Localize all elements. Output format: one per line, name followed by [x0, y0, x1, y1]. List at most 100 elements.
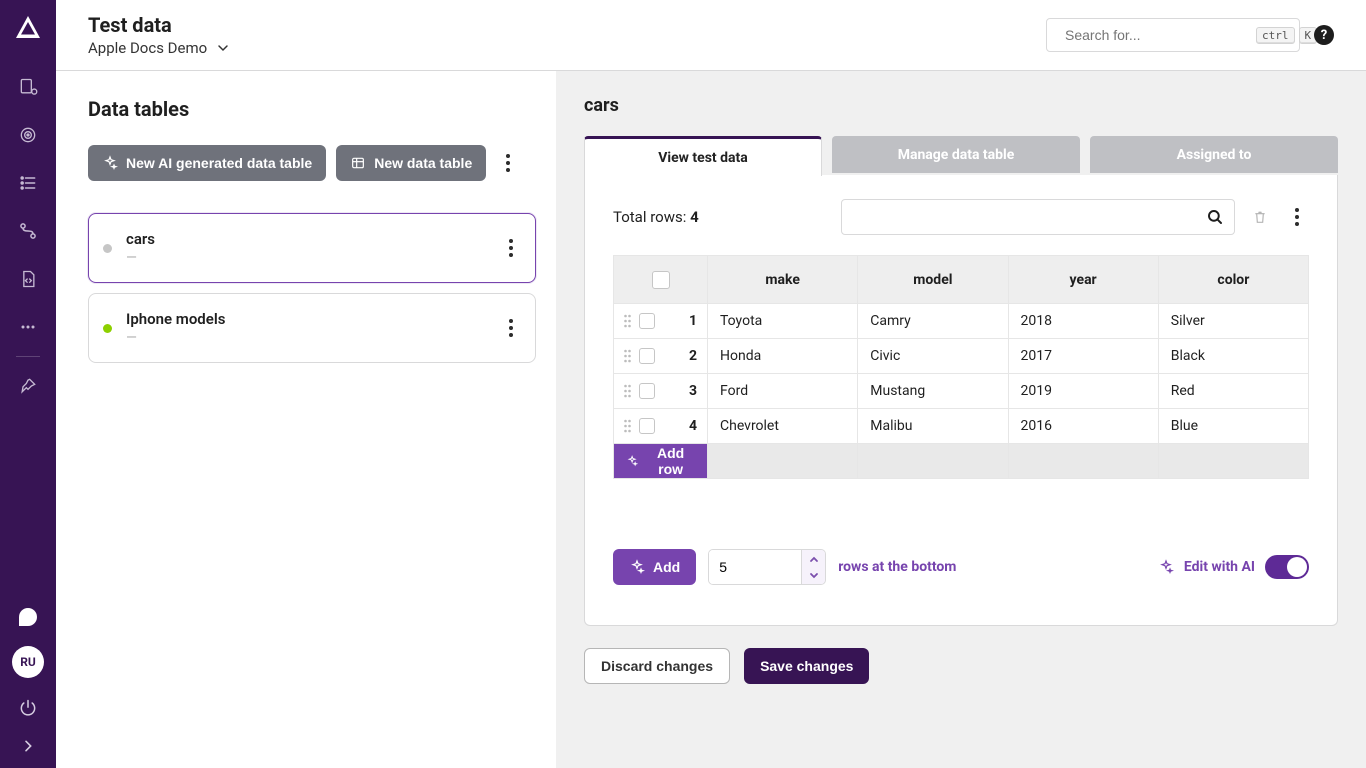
stepper-up-button[interactable] [802, 550, 825, 567]
sidebar-more-icon[interactable] [17, 316, 39, 338]
user-avatar[interactable]: RU [12, 646, 44, 678]
column-header[interactable]: year [1008, 256, 1158, 304]
discard-changes-button[interactable]: Discard changes [584, 648, 730, 684]
detail-title: cars [584, 95, 1338, 116]
add-rows-qty-input[interactable] [709, 550, 801, 584]
tables-more-menu[interactable] [496, 154, 520, 172]
search-icon [1206, 208, 1224, 226]
table-search-input[interactable] [852, 208, 1198, 226]
project-picker[interactable]: Apple Docs Demo [88, 39, 231, 57]
delete-rows-button[interactable] [1249, 208, 1271, 226]
table-card[interactable]: Iphone models — [88, 293, 536, 363]
sparkle-icon [1158, 559, 1174, 575]
table-card[interactable]: cars— [88, 213, 536, 283]
global-search[interactable]: ctrl K [1046, 18, 1300, 52]
row-index: 2 [689, 348, 697, 364]
empty-cell [858, 444, 1008, 479]
sidebar-targets-icon[interactable] [17, 124, 39, 146]
sidebar-pin-icon[interactable] [17, 375, 39, 397]
sidebar-divider [16, 356, 40, 357]
table-card-subtitle: — [126, 330, 225, 346]
cell[interactable]: Ford [708, 374, 858, 409]
tab-view-test-data[interactable]: View test data [584, 136, 822, 176]
save-changes-button[interactable]: Save changes [744, 648, 869, 684]
column-header[interactable]: model [858, 256, 1008, 304]
drag-handle-icon[interactable] [624, 384, 631, 398]
cell[interactable]: Camry [858, 304, 1008, 339]
add-rows-button[interactable]: Add [613, 549, 696, 585]
cell[interactable]: Mustang [858, 374, 1008, 409]
table-row: 4ChevroletMalibu2016Blue [614, 409, 1309, 444]
row-checkbox[interactable] [639, 313, 655, 329]
add-rows-stepper[interactable] [708, 549, 826, 585]
app-logo-icon [16, 16, 40, 38]
table-more-menu[interactable] [1285, 208, 1309, 226]
add-rows-label: Add [653, 559, 680, 575]
cell[interactable]: Honda [708, 339, 858, 374]
table-icon [350, 155, 366, 171]
new-ai-table-button[interactable]: New AI generated data table [88, 145, 326, 181]
table-row: 3 FordMustang2019Red [614, 374, 1309, 409]
column-header[interactable]: make [708, 256, 858, 304]
add-row-button[interactable]: Add row [614, 444, 707, 478]
cell[interactable]: Toyota [708, 304, 858, 339]
cell[interactable]: Blue [1158, 409, 1308, 444]
column-header[interactable]: color [1158, 256, 1308, 304]
table-card-menu[interactable] [499, 319, 523, 337]
total-rows-indicator: Total rows: 4 [613, 208, 699, 226]
app-sidebar: RU [0, 0, 56, 768]
cell[interactable]: Red [1158, 374, 1308, 409]
sparkle-icon [102, 155, 118, 171]
table-search[interactable] [841, 199, 1235, 235]
empty-cell [1008, 444, 1158, 479]
sparkle-icon [629, 559, 645, 575]
chat-bubble-icon[interactable] [19, 608, 37, 626]
row-checkbox[interactable] [639, 348, 655, 364]
cell[interactable]: Malibu [858, 409, 1008, 444]
tab-assigned-to[interactable]: Assigned to [1090, 136, 1338, 173]
drag-handle-icon[interactable] [624, 314, 631, 328]
cell[interactable]: 2018 [1008, 304, 1158, 339]
data-table: makemodelyearcolor 1ToyotaCamry2018Silve… [613, 255, 1309, 479]
kbd-ctrl: ctrl [1256, 27, 1295, 44]
edit-with-ai-toggle[interactable] [1265, 555, 1309, 579]
new-table-button[interactable]: New data table [336, 145, 486, 181]
drag-handle-icon[interactable] [624, 419, 631, 433]
cell[interactable]: 2016 [1008, 409, 1158, 444]
sidebar-secondary-nav [17, 375, 39, 397]
table-card-name: Iphone models [126, 310, 225, 328]
status-dot-icon [103, 324, 112, 333]
cell[interactable]: Chevrolet [708, 409, 858, 444]
drag-handle-icon[interactable] [624, 349, 631, 363]
page-title: Test data [88, 13, 231, 37]
empty-cell [708, 444, 858, 479]
tab-manage-data-table[interactable]: Manage data table [832, 136, 1080, 173]
cell[interactable]: 2019 [1008, 374, 1158, 409]
empty-cell [1158, 444, 1308, 479]
sidebar-code-file-icon[interactable] [17, 268, 39, 290]
table-row: 1ToyotaCamry2018Silver [614, 304, 1309, 339]
cell[interactable]: Black [1158, 339, 1308, 374]
sparkle-icon [626, 454, 638, 468]
edit-with-ai-label: Edit with AI [1184, 559, 1255, 575]
app-header: Test data Apple Docs Demo ctrl K ? [56, 0, 1366, 71]
sidebar-list-icon[interactable] [17, 172, 39, 194]
help-icon[interactable]: ? [1314, 25, 1334, 45]
cell[interactable]: Civic [858, 339, 1008, 374]
power-icon[interactable] [18, 698, 38, 718]
row-index: 3 [689, 383, 697, 399]
row-checkbox[interactable] [639, 418, 655, 434]
cell[interactable]: Silver [1158, 304, 1308, 339]
cell[interactable]: 2017 [1008, 339, 1158, 374]
select-all-checkbox[interactable] [652, 271, 670, 289]
expand-sidebar-icon[interactable] [20, 738, 36, 754]
stepper-down-button[interactable] [802, 567, 825, 584]
global-search-input[interactable] [1063, 26, 1248, 44]
user-avatar-initials: RU [20, 655, 36, 669]
row-checkbox[interactable] [639, 383, 655, 399]
sidebar-primary-nav [17, 76, 39, 338]
sidebar-flows-icon[interactable] [17, 220, 39, 242]
data-tables-pane: Data tables New AI generated data table … [56, 71, 556, 768]
table-card-menu[interactable] [499, 239, 523, 257]
sidebar-dashboard-icon[interactable] [17, 76, 39, 98]
